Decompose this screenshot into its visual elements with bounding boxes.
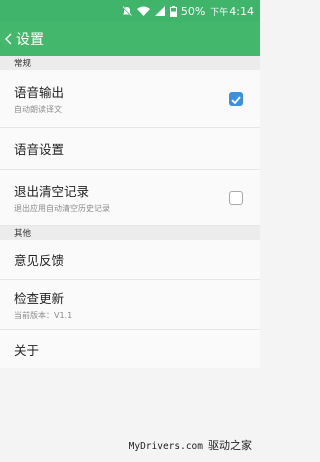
setting-about[interactable]: 关于 [0,330,260,368]
back-button[interactable]: 设置 [0,22,44,56]
voice-output-desc: 自动朗读译文 [14,105,62,114]
mute-icon [121,5,132,17]
clear-history-label: 退出清空记录 [14,184,90,199]
feedback-label: 意见反馈 [14,253,65,268]
clock-time: 4:14 [229,4,254,18]
current-version: 当前版本：V1.1 [14,311,73,320]
settings-list: 常规 语音输出 自动朗读译文 语音设置 退出清空记录 退出应用自动清空历史记录 … [0,56,260,368]
watermark-cn: 驱动之家 [208,439,252,452]
voice-output-label: 语音输出 [14,85,65,100]
about-label: 关于 [14,342,40,358]
status-bar: 50% 下午 4:14 [0,0,260,22]
clear-history-checkbox[interactable] [229,190,243,205]
setting-voice-output[interactable]: 语音输出 自动朗读译文 [0,70,260,128]
check-icon [231,95,241,104]
app-bar: 设置 [0,22,260,56]
wifi-icon [136,6,150,16]
setting-feedback[interactable]: 意见反馈 [0,240,260,280]
battery-icon [169,5,177,17]
section-header-general: 常规 [0,56,260,70]
watermark-en: MyDrivers.com [128,441,203,452]
check-update-label: 检查更新 [14,291,65,306]
setting-voice-settings[interactable]: 语音设置 [0,128,260,170]
chevron-left-icon [5,30,12,49]
clear-history-desc: 退出应用自动清空历史记录 [14,204,110,213]
signal-icon [154,6,165,16]
time-prefix: 下午 [210,7,229,18]
voice-output-checkbox[interactable] [229,91,243,106]
battery-percent: 50% [180,4,206,18]
section-header-other: 其他 [0,226,260,240]
setting-clear-history[interactable]: 退出清空记录 退出应用自动清空历史记录 [0,170,260,226]
watermark: MyDrivers.com 驱动之家 [129,437,252,453]
voice-settings-label: 语音设置 [14,142,65,157]
page-title: 设置 [16,32,44,48]
setting-check-update[interactable]: 检查更新 当前版本：V1.1 [0,280,260,330]
